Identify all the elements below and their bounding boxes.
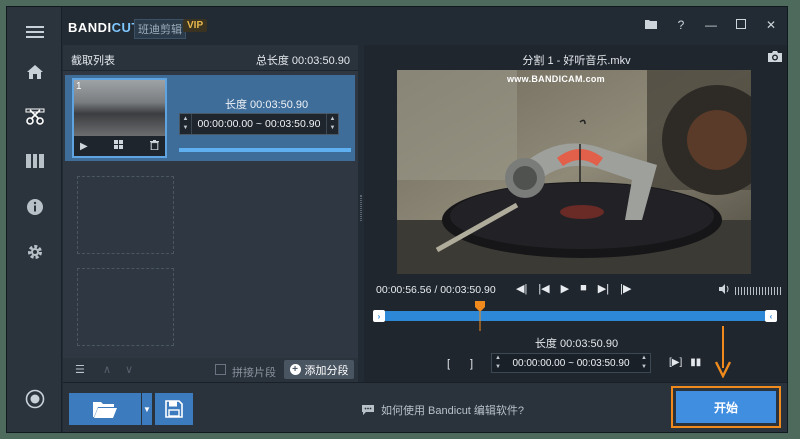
preview-title: 分割 1 - 好听音乐.mkv xyxy=(522,55,631,67)
current-time: 00:00:56.56 / 00:03:50.90 xyxy=(376,284,496,296)
help-text[interactable]: 如何使用 Bandicut 编辑软件? xyxy=(381,402,524,418)
total-length: 总长度 00:03:50.90 xyxy=(255,55,350,67)
video-frame-image xyxy=(397,70,751,274)
home-icon[interactable] xyxy=(7,55,62,89)
segment-option-icon[interactable]: ▮▮ xyxy=(690,357,701,368)
open-folder-icon xyxy=(93,402,117,418)
clip-list-title: 截取列表 xyxy=(71,55,115,67)
save-button[interactable] xyxy=(155,393,193,425)
settings-icon[interactable] xyxy=(7,235,62,269)
join-label: 拼接片段 xyxy=(232,367,276,379)
start-button[interactable]: 开始 xyxy=(676,391,776,423)
folder-icon[interactable] xyxy=(643,18,659,32)
volume-icon[interactable] xyxy=(719,284,731,297)
step-forward-icon[interactable]: ▶| xyxy=(598,282,609,295)
playhead-marker[interactable] xyxy=(475,301,485,331)
open-options-dropdown[interactable]: ▼ xyxy=(142,393,152,425)
open-file-button[interactable] xyxy=(69,393,141,425)
splitter-grip-icon[interactable] xyxy=(360,195,362,221)
clip-progress-bar xyxy=(179,148,351,152)
app-subtitle: 班迪剪辑 xyxy=(134,19,186,39)
plus-icon: + xyxy=(289,364,301,375)
join-checkbox[interactable] xyxy=(215,364,226,375)
segment-range-field[interactable]: ▲ ▼ 00:00:00.00 ~ 00:03:50.90 ▲ ▼ xyxy=(491,353,651,373)
list-delete-icon[interactable]: ☰ xyxy=(75,363,85,376)
app-window: BANDICUT 班迪剪辑 VIP ? — ✕ 截取列表 总长度 00:03:5… xyxy=(6,6,788,433)
play-icon[interactable]: ▶ xyxy=(80,141,88,152)
app-logo: BANDICUT xyxy=(68,20,140,35)
range-end-stepper[interactable]: ▲ ▼ xyxy=(326,114,338,134)
segment-start-stepper[interactable]: ▲ ▼ xyxy=(492,354,504,372)
timeline-bar[interactable]: › ‹ xyxy=(373,310,777,322)
thumbnail-controls: ▶ xyxy=(74,136,165,156)
playback-buttons: ◀| |◀ ▶ ■ ▶| |▶ xyxy=(516,282,631,295)
clip-length: 长度 00:03:50.90 xyxy=(225,99,309,111)
merge-icon[interactable] xyxy=(7,144,62,178)
delete-icon[interactable] xyxy=(149,139,159,153)
save-icon xyxy=(165,400,183,418)
title-bar: BANDICUT 班迪剪辑 VIP ? — ✕ xyxy=(62,7,787,45)
segment-range-text[interactable]: 00:00:00.00 ~ 00:03:50.90 xyxy=(504,358,638,369)
clip-list-panel: 截取列表 总长度 00:03:50.90 1 ▶ 长度 00:03:50.90 xyxy=(63,45,358,382)
segment-end-stepper[interactable]: ▲ ▼ xyxy=(638,354,650,372)
prev-clip-icon[interactable]: ◀| xyxy=(516,282,527,295)
clip-range-field[interactable]: ▲ ▼ 00:00:00.00 ~ 00:03:50.90 ▲ ▼ xyxy=(179,113,339,135)
transport-controls: 00:00:56.56 / 00:03:50.90 ◀| |◀ ▶ ■ ▶| |… xyxy=(364,275,787,303)
vip-badge: VIP xyxy=(183,19,208,32)
cut-icon[interactable] xyxy=(7,100,62,134)
window-controls: ? — ✕ xyxy=(643,18,779,32)
menu-icon[interactable] xyxy=(7,15,62,49)
record-icon[interactable] xyxy=(7,382,62,416)
volume-control[interactable] xyxy=(719,284,781,297)
camera-icon[interactable] xyxy=(767,50,783,66)
step-back-icon[interactable]: |◀ xyxy=(538,282,549,295)
empty-clip-slot xyxy=(77,176,174,254)
video-preview[interactable]: www.BANDICAM.com xyxy=(397,70,751,274)
maximize-icon[interactable] xyxy=(733,18,749,32)
thumbnail-image xyxy=(74,80,165,136)
info-icon[interactable] xyxy=(7,190,62,224)
clip-list-footer: ☰ ∧ ∨ 拼接片段 + 添加分段 xyxy=(63,358,358,382)
grid-icon[interactable] xyxy=(114,140,124,152)
close-icon[interactable]: ✕ xyxy=(763,18,779,32)
stop-icon[interactable]: ■ xyxy=(580,282,587,295)
move-up-icon[interactable]: ∧ xyxy=(103,363,111,376)
bottom-bar: ▼ 如何使用 Bandicut 编辑软件? 开始 xyxy=(63,382,787,432)
chat-icon xyxy=(362,405,374,415)
set-start-button[interactable]: [ xyxy=(447,358,450,370)
start-button-highlight: 开始 xyxy=(671,386,781,428)
add-segment-button[interactable]: + 添加分段 xyxy=(284,360,354,379)
clip-range-text[interactable]: 00:00:00.00 ~ 00:03:50.90 xyxy=(192,118,326,130)
clip-thumbnail[interactable]: 1 ▶ xyxy=(72,78,167,158)
set-end-button[interactable]: ] xyxy=(470,358,473,370)
help-icon[interactable]: ? xyxy=(673,18,689,32)
timeline-end-handle[interactable]: ‹ xyxy=(765,310,777,322)
play-segment-icon[interactable]: [▶] xyxy=(669,357,682,368)
next-clip-icon[interactable]: |▶ xyxy=(620,282,631,295)
segment-extra-controls: [▶] ▮▮ xyxy=(669,357,701,368)
left-rail xyxy=(7,7,62,432)
video-watermark: www.BANDICAM.com xyxy=(507,74,605,84)
clip-item[interactable]: 1 ▶ 长度 00:03:50.90 ▲ ▼ 00:00:00.00 ~ 00:0… xyxy=(65,75,355,161)
move-down-icon[interactable]: ∨ xyxy=(125,363,133,376)
help-link[interactable]: 如何使用 Bandicut 编辑软件? xyxy=(361,402,524,418)
range-start-stepper[interactable]: ▲ ▼ xyxy=(180,114,192,134)
empty-clip-slot xyxy=(77,268,174,346)
clip-number: 1 xyxy=(76,81,82,92)
minimize-icon[interactable]: — xyxy=(703,18,719,32)
volume-slider[interactable] xyxy=(735,286,781,295)
clip-list-header: 截取列表 总长度 00:03:50.90 xyxy=(63,45,358,71)
play-icon[interactable]: ▶ xyxy=(561,282,569,295)
timeline-start-handle[interactable]: › xyxy=(373,310,385,322)
annotation-arrow-icon xyxy=(714,326,732,378)
add-segment-label: 添加分段 xyxy=(304,364,349,377)
